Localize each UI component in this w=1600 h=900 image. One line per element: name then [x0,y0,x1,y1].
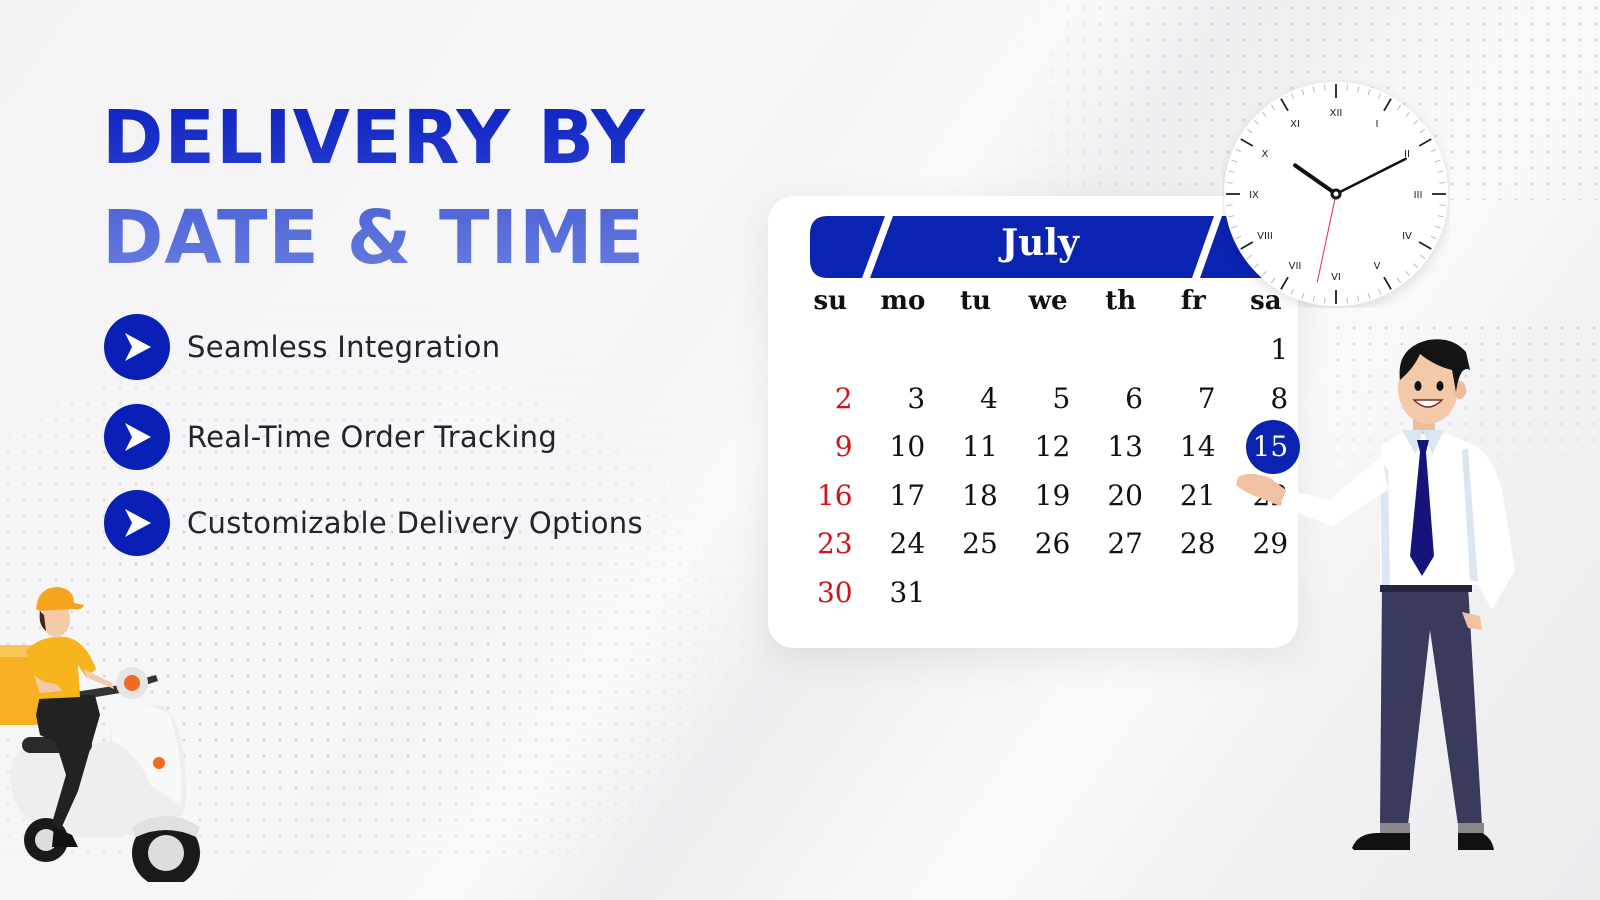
calendar-day[interactable]: 28 [1157,520,1230,568]
calendar-day[interactable]: 17 [867,472,940,520]
calendar-month: July [1001,222,1079,264]
chevron-right-icon [104,490,170,556]
calendar-day[interactable]: 6 [1084,375,1157,423]
calendar-day-empty [1157,326,1230,374]
calendar-day-empty [867,326,940,374]
wall-clock: XIIIIIIIIIVVVIVIIVIIIIXXXI [1224,82,1448,306]
calendar-day-empty [1157,569,1230,617]
weekday-label: su [813,286,848,316]
clock-numeral: X [1262,149,1269,160]
headline: DELIVERY BY DATE & TIME [102,88,646,288]
feature-list: Seamless Integration Real-Time Order Tra… [104,314,643,580]
calendar-header: July [810,216,1270,278]
clock-numeral: IX [1249,190,1259,201]
clock-center-pin [1330,188,1342,200]
calendar-card: July su mo tu we th fr sa 1 2 3 4 5 6 7 8 9 10 11 12 13 14 1… [768,196,1300,648]
headline-line-2: DATE & TIME [102,188,646,288]
calendar-day[interactable]: 2 [794,375,867,423]
clock-numeral: III [1414,190,1423,201]
chevron-right-icon [104,314,170,380]
calendar-day[interactable]: 26 [1012,520,1085,568]
calendar-day-empty [1012,326,1085,374]
calendar-week-row: 23 24 25 26 27 28 29 [794,520,1290,568]
calendar-day-number: 15 [1252,430,1289,463]
calendar-day[interactable]: 18 [939,472,1012,520]
calendar-day[interactable]: 30 [794,569,867,617]
clock-numeral: VI [1331,272,1341,283]
weekday-label: th [1105,286,1137,316]
rider-cap [36,587,84,611]
clock-numeral: VII [1289,261,1302,272]
chevron-right-icon [104,404,170,470]
clock-numeral: XII [1330,108,1343,119]
calendar-day-empty [1012,569,1085,617]
calendar-day[interactable]: 13 [1084,423,1157,471]
calendar-day[interactable]: 31 [867,569,940,617]
headline-line-1: DELIVERY BY [102,88,646,188]
calendar-week-row: 9 10 11 12 13 14 15 [794,420,1300,474]
weekday-row: su mo tu we th fr sa [794,286,1290,316]
clock-numeral: V [1374,261,1381,272]
calendar-day[interactable]: 14 [1157,423,1230,471]
weekday-label: tu [960,286,991,316]
calendar-week-row: 16171819202122 [794,472,1290,520]
calendar-day[interactable]: 4 [939,375,1012,423]
calendar-day-empty [1084,326,1157,374]
calendar-day[interactable]: 25 [939,520,1012,568]
calendar-day[interactable]: 3 [867,375,940,423]
pointing-arm [1280,455,1388,526]
weekday-label: mo [880,286,926,316]
shoe [1352,832,1410,850]
feature-label: Seamless Integration [187,330,501,364]
calendar-day[interactable]: 12 [1012,423,1085,471]
feature-item: Real-Time Order Tracking [104,404,643,470]
shirt [1380,430,1515,610]
calendar-day-empty [939,569,1012,617]
calendar-day[interactable]: 24 [867,520,940,568]
calendar-day[interactable]: 19 [1012,472,1085,520]
clock-numeral: IV [1402,231,1412,242]
calendar-day[interactable]: 11 [939,423,1012,471]
weekday-label: fr [1180,286,1206,316]
calendar-day[interactable]: 9 [794,423,867,471]
calendar-day-empty [1084,569,1157,617]
shoe [1458,833,1494,850]
clock-numeral: VIII [1257,231,1273,242]
clock-numeral: XI [1290,119,1300,130]
feature-item: Seamless Integration [104,314,643,380]
weekday-label: we [1028,286,1068,316]
delivery-rider-illustration [0,587,200,882]
calendar-day[interactable]: 7 [1157,375,1230,423]
calendar-week-row: 1 [794,326,1290,374]
clock-numeral: I [1376,119,1379,130]
calendar-day[interactable]: 5 [1012,375,1085,423]
calendar-day[interactable]: 16 [794,472,867,520]
calendar-day[interactable]: 23 [794,520,867,568]
feature-label: Customizable Delivery Options [187,506,643,540]
feature-item: Customizable Delivery Options [104,490,643,556]
calendar-day-empty [939,326,1012,374]
calendar-week-row: 30 31 [794,569,1290,617]
calendar-day-empty [794,326,867,374]
calendar-day[interactable]: 27 [1084,520,1157,568]
calendar-day[interactable]: 21 [1157,472,1230,520]
calendar-day[interactable]: 20 [1084,472,1157,520]
calendar-week-row: 2345678 [794,375,1290,423]
businessman-illustration [1236,339,1515,850]
feature-label: Real-Time Order Tracking [187,420,558,454]
calendar-day[interactable]: 10 [867,423,940,471]
hand [1236,473,1286,506]
